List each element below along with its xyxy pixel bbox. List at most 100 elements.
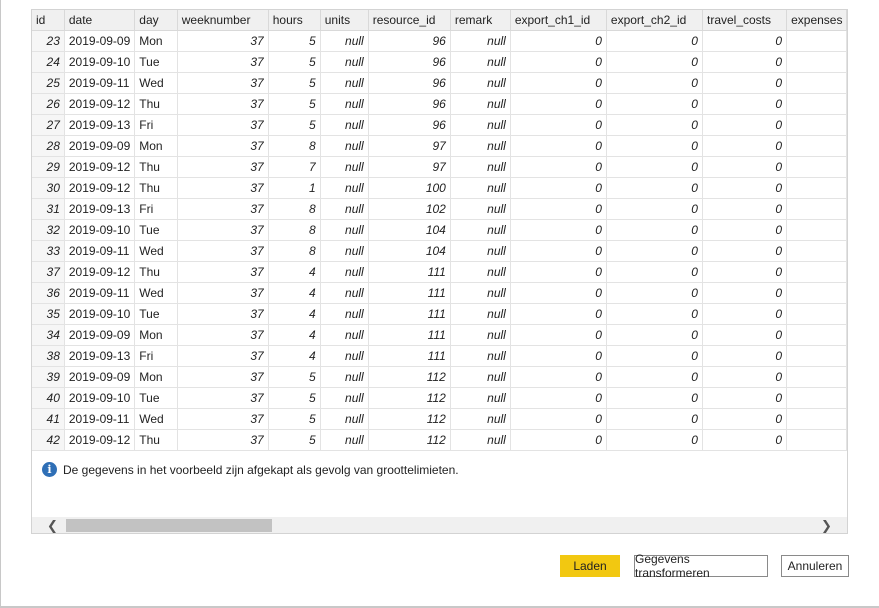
cell-id: 39 <box>32 366 65 388</box>
header-row: id date day weeknumber hours units resou… <box>32 10 847 31</box>
cell-remark: null <box>450 324 511 346</box>
column-header-expenses[interactable]: expenses <box>786 10 847 31</box>
column-header-units[interactable]: units <box>320 10 369 31</box>
column-header-date[interactable]: date <box>64 10 136 31</box>
cell-export-ch1-id: 0 <box>510 345 607 367</box>
cell-day: Tue <box>134 303 178 325</box>
cell-remark: null <box>450 345 511 367</box>
cell-id: 34 <box>32 324 65 346</box>
cell-remark: null <box>450 261 511 283</box>
column-header-weeknumber[interactable]: weeknumber <box>177 10 269 31</box>
cell-export-ch2-id: 0 <box>606 198 703 220</box>
cell-units: null <box>320 219 369 241</box>
cell-day: Wed <box>134 72 178 94</box>
cell-export-ch2-id: 0 <box>606 387 703 409</box>
cell-remark: null <box>450 219 511 241</box>
table-row: 39 2019-09-09 Mon 37 5 null 112 null 0 0 0 <box>32 366 847 388</box>
cell-hours: 8 <box>268 240 321 262</box>
cell-resource-id: 112 <box>368 366 451 388</box>
cell-expenses <box>786 177 847 199</box>
cell-hours: 5 <box>268 429 321 451</box>
cell-expenses <box>786 345 847 367</box>
cell-weeknumber: 37 <box>177 177 269 199</box>
column-header-id[interactable]: id <box>32 10 65 31</box>
cell-remark: null <box>450 135 511 157</box>
cell-travel-costs: 0 <box>702 135 788 157</box>
cancel-button[interactable]: Annuleren <box>781 555 849 577</box>
cell-expenses <box>786 324 847 346</box>
load-button[interactable]: Laden <box>560 555 620 577</box>
column-header-remark[interactable]: remark <box>450 10 511 31</box>
cell-travel-costs: 0 <box>702 324 788 346</box>
scroll-left-icon[interactable]: ❮ <box>44 517 61 533</box>
cell-export-ch2-id: 0 <box>606 177 703 199</box>
truncation-notice: i De gegevens in het voorbeeld zijn afge… <box>42 462 459 477</box>
cell-expenses <box>786 408 847 430</box>
cell-export-ch1-id: 0 <box>510 51 607 73</box>
cell-expenses <box>786 198 847 220</box>
cell-export-ch2-id: 0 <box>606 345 703 367</box>
cell-expenses <box>786 30 847 52</box>
cell-remark: null <box>450 114 511 136</box>
cell-id: 32 <box>32 219 65 241</box>
cell-resource-id: 100 <box>368 177 451 199</box>
cell-weeknumber: 37 <box>177 240 269 262</box>
column-header-resource-id[interactable]: resource_id <box>368 10 451 31</box>
cell-weeknumber: 37 <box>177 114 269 136</box>
cell-resource-id: 96 <box>368 51 451 73</box>
cell-hours: 5 <box>268 114 321 136</box>
cell-expenses <box>786 261 847 283</box>
cell-date: 2019-09-11 <box>64 282 136 304</box>
horizontal-scrollbar[interactable]: ❮ ❯ <box>32 517 847 533</box>
scrollbar-thumb[interactable] <box>66 519 272 532</box>
cell-expenses <box>786 240 847 262</box>
column-header-export-ch1-id[interactable]: export_ch1_id <box>510 10 607 31</box>
cell-resource-id: 97 <box>368 135 451 157</box>
cell-expenses <box>786 51 847 73</box>
truncation-notice-text: De gegevens in het voorbeeld zijn afgeka… <box>63 462 459 477</box>
cell-weeknumber: 37 <box>177 51 269 73</box>
cell-id: 30 <box>32 177 65 199</box>
cell-id: 41 <box>32 408 65 430</box>
cell-units: null <box>320 177 369 199</box>
cell-expenses <box>786 93 847 115</box>
table-row: 33 2019-09-11 Wed 37 8 null 104 null 0 0 0 <box>32 240 847 262</box>
cell-units: null <box>320 135 369 157</box>
scroll-right-icon[interactable]: ❯ <box>818 517 835 533</box>
cell-date: 2019-09-13 <box>64 345 136 367</box>
cell-travel-costs: 0 <box>702 114 788 136</box>
cell-units: null <box>320 72 369 94</box>
cell-travel-costs: 0 <box>702 240 788 262</box>
cell-travel-costs: 0 <box>702 72 788 94</box>
cell-weeknumber: 37 <box>177 219 269 241</box>
cell-date: 2019-09-13 <box>64 114 136 136</box>
cell-day: Mon <box>134 135 178 157</box>
cell-units: null <box>320 345 369 367</box>
column-header-day[interactable]: day <box>134 10 178 31</box>
cell-date: 2019-09-12 <box>64 261 136 283</box>
cell-day: Wed <box>134 240 178 262</box>
cell-day: Wed <box>134 408 178 430</box>
cell-weeknumber: 37 <box>177 30 269 52</box>
cell-export-ch2-id: 0 <box>606 240 703 262</box>
cell-date: 2019-09-11 <box>64 72 136 94</box>
cell-export-ch2-id: 0 <box>606 282 703 304</box>
cell-travel-costs: 0 <box>702 198 788 220</box>
cell-resource-id: 112 <box>368 429 451 451</box>
cell-travel-costs: 0 <box>702 429 788 451</box>
cell-export-ch2-id: 0 <box>606 72 703 94</box>
transform-data-button[interactable]: Gegevens transformeren <box>634 552 768 580</box>
column-header-travel-costs[interactable]: travel_costs <box>702 10 788 31</box>
cell-weeknumber: 37 <box>177 303 269 325</box>
cell-resource-id: 96 <box>368 72 451 94</box>
column-header-export-ch2-id[interactable]: export_ch2_id <box>606 10 703 31</box>
cell-resource-id: 111 <box>368 303 451 325</box>
column-header-hours[interactable]: hours <box>268 10 321 31</box>
cell-expenses <box>786 72 847 94</box>
cell-units: null <box>320 282 369 304</box>
cell-remark: null <box>450 387 511 409</box>
cell-expenses <box>786 135 847 157</box>
cell-export-ch1-id: 0 <box>510 387 607 409</box>
cell-resource-id: 96 <box>368 114 451 136</box>
cell-id: 36 <box>32 282 65 304</box>
